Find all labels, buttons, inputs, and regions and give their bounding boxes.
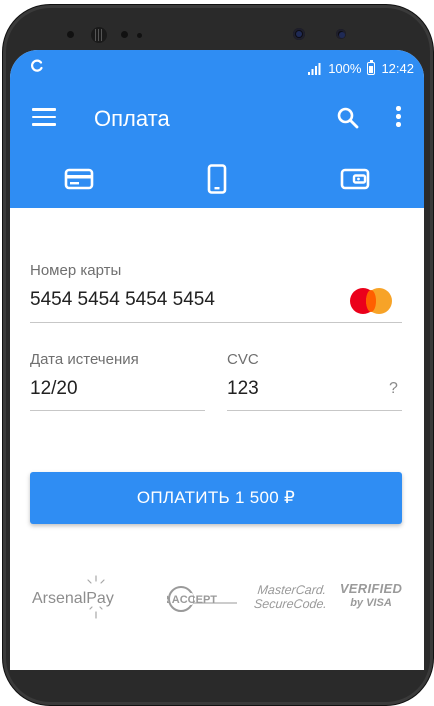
sensor-dot [121, 31, 128, 38]
card-number-label: Номер карты [30, 262, 122, 279]
arsenalpay-logo: ArsenalPay [32, 574, 128, 624]
expiry-input[interactable]: 12/20 [30, 378, 78, 400]
app-notification-icon [31, 59, 43, 72]
tab-mobile[interactable] [148, 160, 286, 198]
verified-line1: VERIFIED [339, 581, 403, 596]
cvc-help-icon[interactable]: ? [389, 380, 398, 398]
credit-card-icon [64, 168, 94, 190]
sensor-dot [67, 31, 74, 38]
cvc-label: CVC [227, 351, 259, 368]
mir-accept-mark: MIR ACCEPT [149, 586, 237, 612]
pay-button[interactable]: ОПЛАТИТЬ 1 500 ₽ [30, 472, 402, 524]
app-bar: 100% 12:42 Оплата [10, 50, 424, 208]
mastercard-securecode-logo: MasterCard. SecureCode. [252, 583, 329, 615]
payment-method-tabs [10, 160, 424, 208]
verified-line2: by VISA [350, 597, 392, 609]
iris-sensor [336, 29, 346, 39]
status-time: 12:42 [381, 61, 414, 76]
cvc-underline [227, 410, 402, 411]
mir-text: MIR ACCEPT [167, 594, 217, 606]
mir-accept-logo: MIR ACCEPT [149, 585, 239, 613]
search-icon[interactable] [336, 106, 360, 130]
securecode-line1: MasterCard. [256, 583, 328, 597]
front-camera [293, 28, 305, 40]
status-bar: 100% 12:42 [10, 50, 424, 86]
cvc-input[interactable]: 123 [227, 378, 259, 400]
mastercard-logo [350, 288, 392, 314]
hamburger-menu-icon[interactable] [32, 108, 56, 128]
more-vertical-icon[interactable] [396, 106, 402, 130]
battery-percent: 100% [328, 61, 362, 76]
expiry-label: Дата истечения [30, 351, 139, 368]
signal-icon [308, 62, 321, 75]
securecode-line2: SecureCode. [253, 597, 328, 611]
earpiece-speaker [91, 27, 107, 43]
toolbar: Оплата [10, 94, 424, 142]
tab-wallet[interactable] [286, 160, 424, 198]
mobile-phone-icon [207, 164, 227, 194]
wallet-icon [340, 168, 370, 190]
card-number-input[interactable]: 5454 5454 5454 5454 [30, 289, 215, 311]
tab-card[interactable] [10, 160, 148, 198]
phone-frame: 100% 12:42 Оплата Номер карты 5454 5454 … [0, 0, 434, 706]
verified-by-visa-logo: VERIFIED by VISA [338, 582, 404, 616]
arsenalpay-text: ArsenalPay [32, 590, 114, 607]
battery-icon [367, 60, 376, 75]
status-right: 100% 12:42 [308, 60, 414, 76]
sensor-dot [137, 33, 142, 38]
card-number-underline [30, 322, 402, 323]
page-title: Оплата [94, 106, 170, 131]
expiry-underline [30, 410, 205, 411]
